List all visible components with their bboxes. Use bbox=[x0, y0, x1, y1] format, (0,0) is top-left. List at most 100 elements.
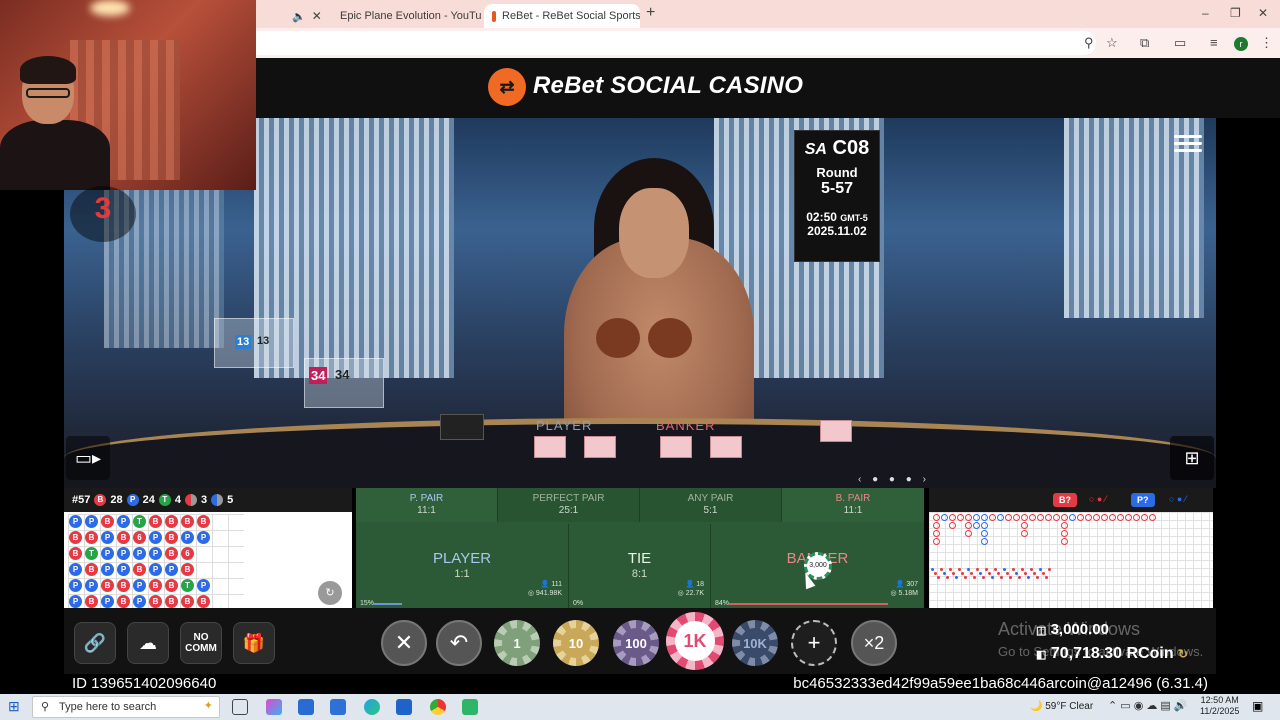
system-tray[interactable]: ⌃ ▭ ◉ ☁ ▤ 🔊 bbox=[1108, 699, 1188, 712]
big-road-ring bbox=[973, 522, 980, 529]
edge-icon[interactable] bbox=[364, 699, 380, 715]
derived-road-mark bbox=[1015, 572, 1018, 575]
derived-road-mark bbox=[979, 572, 982, 575]
close-window-button[interactable]: ✕ bbox=[1258, 6, 1268, 20]
task-view-icon[interactable] bbox=[232, 699, 248, 715]
road-carousel-nav[interactable]: ‹ ● ● ● › bbox=[858, 474, 930, 485]
ask-banker-button[interactable]: B? bbox=[1053, 493, 1077, 507]
ask-player-symbols-icon: ○ ● ⁄ bbox=[1169, 494, 1187, 504]
big-road-ring bbox=[1117, 514, 1124, 521]
derived-road-mark bbox=[961, 572, 964, 575]
taskbar-search-input[interactable]: ⚲ Type here to search ✦ bbox=[32, 696, 220, 718]
chip-label: 1K bbox=[675, 621, 715, 661]
felt-player-label: PLAYER bbox=[536, 418, 593, 433]
bet-banker-pair[interactable]: B. PAIR 11:1 bbox=[782, 488, 924, 522]
gift-button[interactable]: 🎁 bbox=[233, 622, 275, 664]
windows-start-icon[interactable]: ⊞ bbox=[8, 698, 20, 715]
bet-odds: 1:1 bbox=[454, 568, 470, 580]
media-icon[interactable]: ≡ bbox=[1210, 35, 1218, 50]
tab-youtube[interactable]: Epic Plane Evolution - YouTube ✕ bbox=[326, 4, 482, 28]
extensions-icon[interactable]: ⧉ bbox=[1140, 35, 1149, 51]
road-refresh-button[interactable]: ↻ bbox=[318, 581, 342, 605]
gift-icon: 🎁 bbox=[242, 632, 266, 653]
store-icon[interactable] bbox=[298, 699, 314, 715]
url-input[interactable] bbox=[256, 31, 1096, 55]
big-road-ring bbox=[933, 530, 940, 537]
explorer-icon[interactable] bbox=[330, 699, 346, 715]
chip-label: 10 bbox=[561, 628, 591, 658]
maximize-button[interactable]: ❐ bbox=[1230, 6, 1241, 20]
profile-avatar[interactable]: r bbox=[1234, 35, 1248, 51]
new-tab-button[interactable]: + bbox=[646, 4, 655, 22]
cast-icon[interactable]: ▭ bbox=[1174, 35, 1186, 51]
bet-tie[interactable]: TIE 8:1 👤 18 ◎ 22.7K 0% bbox=[569, 524, 711, 608]
bettor-count: 18 bbox=[696, 581, 704, 588]
double-bet-button[interactable]: ×2 bbox=[851, 620, 897, 666]
chip-1k-selected[interactable]: 1K bbox=[666, 612, 724, 670]
speaker-icon: 🔈 bbox=[292, 10, 306, 23]
bead: B bbox=[85, 563, 98, 576]
app-icon[interactable] bbox=[462, 699, 478, 715]
bet-player-pair[interactable]: P. PAIR 11:1 bbox=[356, 488, 498, 522]
minimize-button[interactable]: – bbox=[1202, 6, 1209, 20]
chip-10k[interactable]: 10K bbox=[732, 620, 778, 666]
big-road-ring bbox=[1093, 514, 1100, 521]
bead: B bbox=[69, 547, 82, 560]
tab-rebet[interactable]: ReBet - ReBet Social Sportsb 🔈 ✕ bbox=[484, 4, 640, 28]
no-commission-toggle[interactable]: NO COMM bbox=[180, 622, 222, 664]
bead: T bbox=[181, 579, 194, 592]
derived-road-mark bbox=[937, 576, 940, 579]
cancel-bet-button[interactable]: ✕ bbox=[381, 620, 427, 666]
link-button[interactable]: 🔗 bbox=[74, 622, 116, 664]
calculator-icon bbox=[440, 414, 484, 440]
ask-banker-symbols-icon: ○ ● ⁄ bbox=[1089, 494, 1107, 504]
bead: B bbox=[197, 595, 210, 608]
chip-100[interactable]: 100 bbox=[613, 620, 659, 666]
big-road-ring bbox=[1077, 514, 1084, 521]
table-brand: SA bbox=[804, 141, 827, 158]
bet-name: PLAYER bbox=[432, 550, 492, 567]
bet-perfect-pair[interactable]: PERFECT PAIR 25:1 bbox=[498, 488, 640, 522]
bet-percent: 0% bbox=[573, 600, 584, 607]
location-icon[interactable]: ⚲ bbox=[1084, 35, 1094, 51]
bet-player[interactable]: PLAYER 1:1 👤 111 ◎ 941.98K 15% bbox=[356, 524, 569, 608]
kebab-menu-icon[interactable]: ⋮ bbox=[1260, 35, 1273, 51]
bead: 6 bbox=[181, 547, 194, 560]
chip-10[interactable]: 10 bbox=[553, 620, 599, 666]
history-button[interactable]: ☁ bbox=[127, 622, 169, 664]
ask-player-button[interactable]: P? bbox=[1131, 493, 1155, 507]
derived-road-mark bbox=[988, 572, 991, 575]
bet-amount: 941.98K bbox=[535, 590, 562, 597]
bet-any-pair[interactable]: ANY PAIR 5:1 bbox=[640, 488, 782, 522]
balance: ◧ 70,718.30 RCoin ↻ bbox=[1036, 645, 1188, 663]
big-road-ring bbox=[949, 522, 956, 529]
no-comm-label: NO bbox=[193, 632, 209, 643]
bead: B bbox=[165, 595, 178, 608]
player-pair-icon bbox=[211, 494, 224, 506]
big-road-ring bbox=[965, 530, 972, 537]
big-road-ring bbox=[1013, 514, 1020, 521]
bookmark-star-icon[interactable]: ☆ bbox=[1106, 35, 1118, 51]
bead: P bbox=[85, 515, 98, 528]
tab-audio[interactable]: 🔈 ✕ bbox=[284, 4, 324, 28]
big-road-ring bbox=[1061, 514, 1068, 521]
add-bet-button[interactable]: + bbox=[791, 620, 837, 666]
notifications-icon[interactable]: ▣ bbox=[1252, 699, 1263, 713]
copilot-app-icon[interactable] bbox=[266, 699, 282, 715]
clock-date: 11/2/2025 bbox=[1200, 706, 1240, 716]
layout-toggle-button[interactable]: ⊞ bbox=[1170, 436, 1214, 480]
derived-road-mark bbox=[991, 576, 994, 579]
big-road-ring bbox=[1149, 514, 1156, 521]
chip-1[interactable]: 1 bbox=[494, 620, 540, 666]
bead: P bbox=[101, 563, 114, 576]
close-icon[interactable]: ✕ bbox=[312, 9, 322, 23]
video-camera-button[interactable]: ▭▸ bbox=[66, 436, 110, 480]
chrome-icon[interactable] bbox=[430, 699, 446, 715]
weather-widget[interactable]: 🌙 59°F Clear bbox=[1030, 701, 1093, 712]
refresh-icon[interactable]: ↻ bbox=[1178, 647, 1188, 661]
hamburger-menu-button[interactable] bbox=[1174, 132, 1202, 156]
undo-button[interactable]: ↶ bbox=[436, 620, 482, 666]
mail-icon[interactable] bbox=[396, 699, 412, 715]
taskbar-clock[interactable]: 12:50 AM 11/2/2025 bbox=[1200, 695, 1239, 717]
bead: T bbox=[85, 547, 98, 560]
